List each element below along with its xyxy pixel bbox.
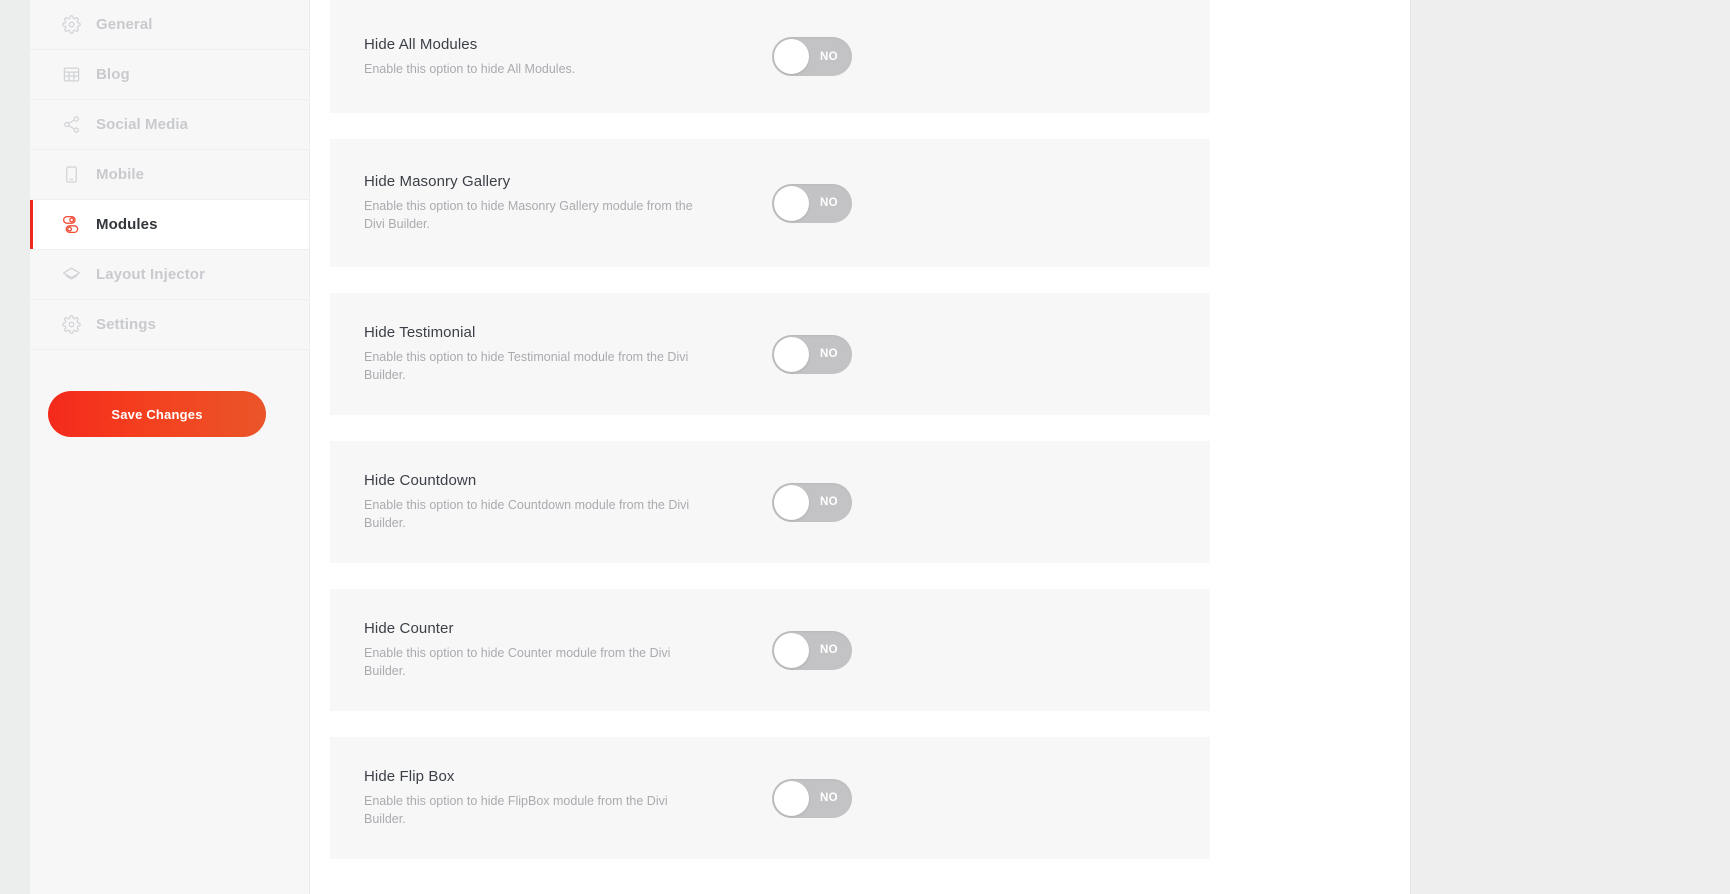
grid-table-icon (60, 64, 82, 86)
sidebar-item-settings[interactable]: Settings (30, 300, 309, 350)
option-description: Enable this option to hide Countdown mod… (364, 498, 690, 530)
toggle-hide-counter[interactable]: NO (772, 630, 852, 670)
option-text: Hide Masonry Gallery Enable this option … (364, 173, 754, 233)
settings-page: General Blog Social Media Mobile Modules… (0, 0, 1730, 894)
option-row-hide-all-modules: Hide All Modules Enable this option to h… (330, 0, 1210, 113)
option-title: Hide Countdown (364, 472, 477, 489)
option-title: Hide Flip Box (364, 768, 455, 785)
sidebar-item-social-media[interactable]: Social Media (30, 100, 309, 150)
save-button-wrap: Save Changes (30, 350, 309, 437)
toggle-hide-testimonial[interactable]: NO (772, 334, 852, 374)
sidebar-item-mobile[interactable]: Mobile (30, 150, 309, 200)
sidebar-item-modules[interactable]: Modules (30, 200, 309, 250)
toggle-knob (774, 484, 809, 520)
sidebar-nav: General Blog Social Media Mobile Modules… (30, 0, 309, 350)
sidebar: General Blog Social Media Mobile Modules… (30, 0, 310, 894)
option-row-hide-flip-box: Hide Flip Box Enable this option to hide… (330, 737, 1210, 859)
toggle-knob (774, 780, 809, 816)
left-gutter (0, 0, 30, 894)
option-title: Hide Testimonial (364, 324, 476, 341)
toggle-state-label: NO (819, 50, 838, 63)
gear-icon (60, 314, 82, 336)
share-nodes-icon (60, 114, 82, 136)
option-text: Hide All Modules Enable this option to h… (364, 36, 754, 78)
sidebar-item-label: General (96, 16, 153, 33)
toggle-knob (774, 39, 809, 74)
toggle-knob (774, 185, 809, 221)
sidebar-item-layout-injector[interactable]: Layout Injector (30, 250, 309, 300)
option-text: Hide Flip Box Enable this option to hide… (364, 768, 754, 828)
toggle-state-label: NO (819, 348, 838, 360)
option-row-hide-countdown: Hide Countdown Enable this option to hid… (330, 441, 1210, 563)
sidebar-item-label: Blog (96, 66, 130, 83)
gear-icon (60, 14, 82, 36)
modules-icon (60, 214, 82, 236)
mobile-icon (60, 164, 82, 186)
sidebar-item-label: Social Media (96, 116, 189, 133)
option-title: Hide Counter (364, 620, 454, 637)
toggle-hide-masonry-gallery[interactable]: NO (772, 183, 852, 223)
option-row-hide-counter: Hide Counter Enable this option to hide … (330, 589, 1210, 711)
option-title: Hide All Modules (364, 35, 478, 53)
option-title: Hide Masonry Gallery (364, 173, 511, 190)
layers-icon (60, 264, 82, 286)
sidebar-item-label: Settings (96, 316, 156, 333)
toggle-state-label: NO (819, 792, 838, 804)
option-description: Enable this option to hide FlipBox modul… (364, 794, 668, 826)
toggle-knob (774, 632, 809, 668)
option-description: Enable this option to hide Counter modul… (364, 646, 671, 678)
sidebar-item-label: Layout Injector (96, 266, 206, 283)
main-content: Hide All Modules Enable this option to h… (310, 0, 1410, 894)
option-text: Hide Testimonial Enable this option to h… (364, 324, 754, 384)
toggle-state-label: NO (819, 197, 838, 209)
right-gutter (1410, 0, 1730, 894)
option-description: Enable this option to hide Masonry Galle… (364, 199, 693, 231)
option-description: Enable this option to hide All Modules. (364, 61, 576, 76)
sidebar-item-label: Modules (96, 216, 158, 233)
sidebar-item-label: Mobile (96, 166, 145, 183)
option-row-hide-masonry-gallery: Hide Masonry Gallery Enable this option … (330, 139, 1210, 267)
options-list: Hide All Modules Enable this option to h… (330, 0, 1210, 859)
sidebar-item-blog[interactable]: Blog (30, 50, 309, 100)
option-row-hide-testimonial: Hide Testimonial Enable this option to h… (330, 293, 1210, 415)
toggle-hide-all-modules[interactable]: NO (772, 37, 852, 76)
option-text: Hide Countdown Enable this option to hid… (364, 472, 754, 532)
toggle-state-label: NO (819, 496, 838, 508)
option-text: Hide Counter Enable this option to hide … (364, 620, 754, 680)
save-changes-button[interactable]: Save Changes (48, 391, 266, 437)
sidebar-item-general[interactable]: General (30, 0, 309, 50)
toggle-hide-countdown[interactable]: NO (772, 482, 852, 522)
toggle-state-label: NO (819, 644, 838, 656)
toggle-knob (774, 336, 809, 372)
option-description: Enable this option to hide Testimonial m… (364, 350, 689, 382)
toggle-hide-flip-box[interactable]: NO (772, 778, 852, 818)
